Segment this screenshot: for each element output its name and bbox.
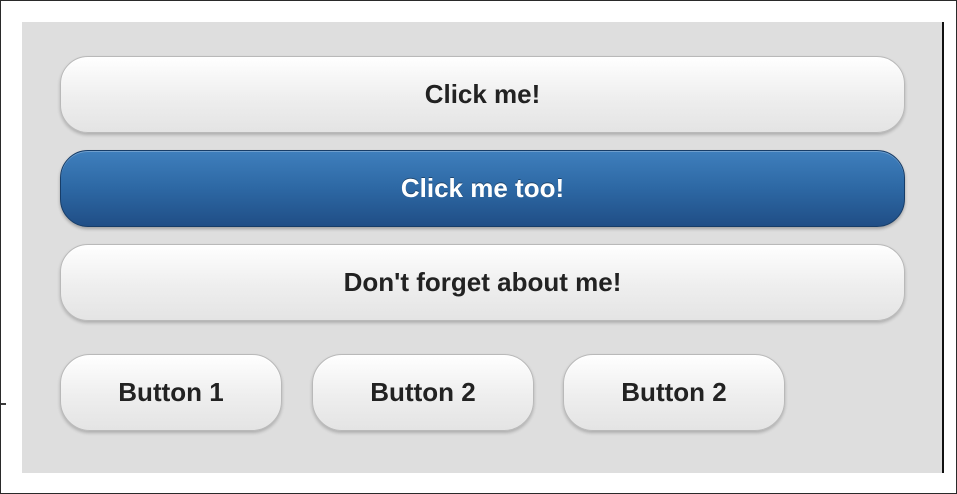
button-2[interactable]: Button 2: [312, 354, 534, 431]
click-me-button[interactable]: Click me!: [60, 56, 905, 133]
click-me-too-button[interactable]: Click me too!: [60, 150, 905, 227]
edge-mark: [1, 403, 6, 405]
button-panel: Click me! Click me too! Don't forget abo…: [22, 22, 944, 473]
page-frame: Click me! Click me too! Don't forget abo…: [0, 0, 957, 494]
dont-forget-button[interactable]: Don't forget about me!: [60, 244, 905, 321]
button-2-duplicate[interactable]: Button 2: [563, 354, 785, 431]
button-1[interactable]: Button 1: [60, 354, 282, 431]
